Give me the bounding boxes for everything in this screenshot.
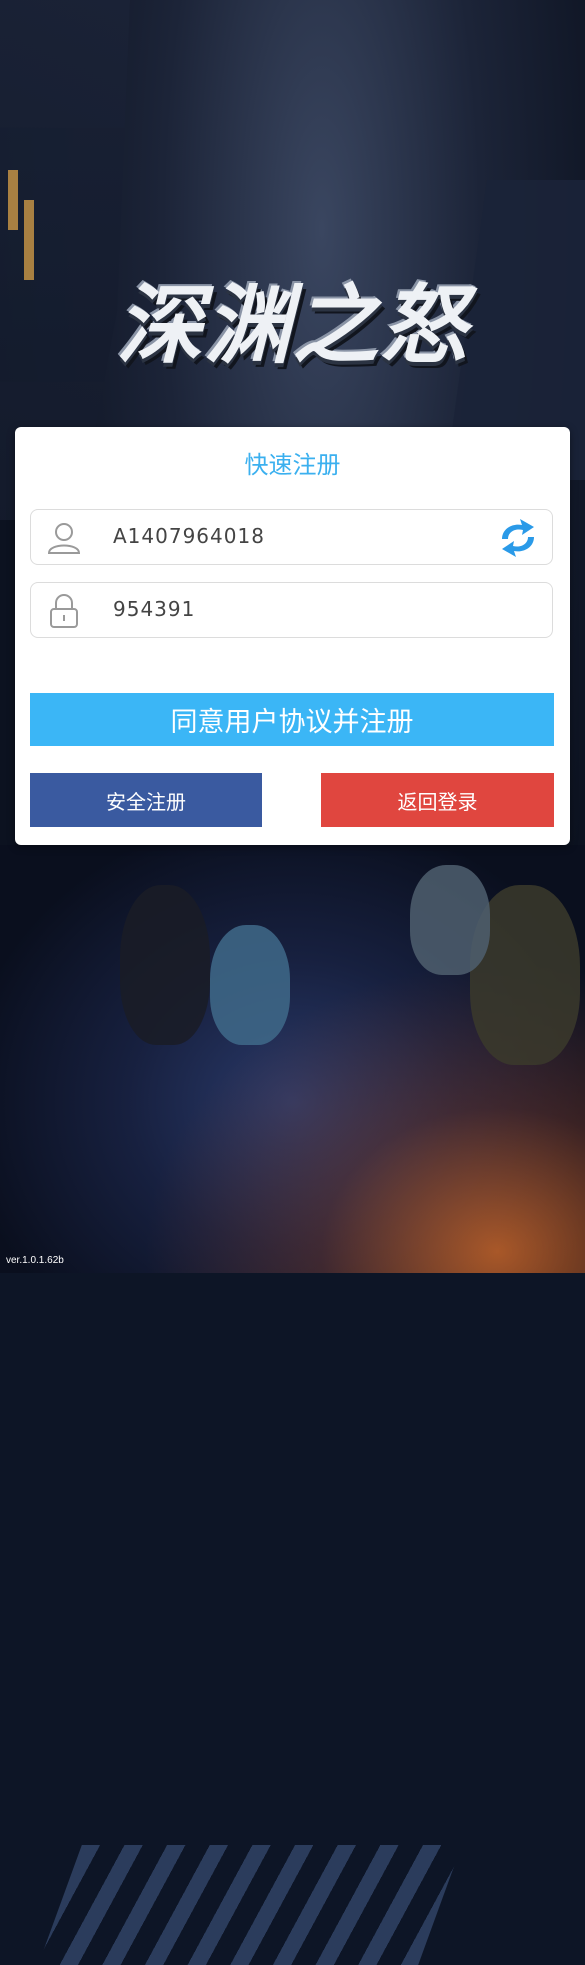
account-value: A1407964018 [113,524,265,548]
register-panel: 快速注册 A1407964018 954391 同意用户协议并注册 安全注册 返… [15,427,570,845]
agree-register-button[interactable]: 同意用户协议并注册 [30,693,554,746]
back-to-login-button[interactable]: 返回登录 [321,773,554,827]
window-light [24,200,34,280]
lock-icon [45,592,83,630]
game-logo: 深渊之怒 [70,255,515,380]
refresh-icon[interactable] [496,517,540,559]
crosswalk [38,1845,462,1965]
password-value: 954391 [113,597,196,621]
account-field[interactable]: A1407964018 [30,509,553,565]
panel-title: 快速注册 [244,451,341,479]
logo-text: 深渊之怒 [116,276,469,376]
character-zombie [410,865,490,975]
window-light [8,170,18,230]
version-label: ver.1.0.1.62b [6,1255,64,1266]
background-street-scene [0,845,585,1965]
password-field[interactable]: 954391 [30,582,553,638]
character-hero [210,925,290,1045]
secure-register-button[interactable]: 安全注册 [30,773,262,827]
character-monster [120,885,210,1045]
user-icon [45,519,83,557]
